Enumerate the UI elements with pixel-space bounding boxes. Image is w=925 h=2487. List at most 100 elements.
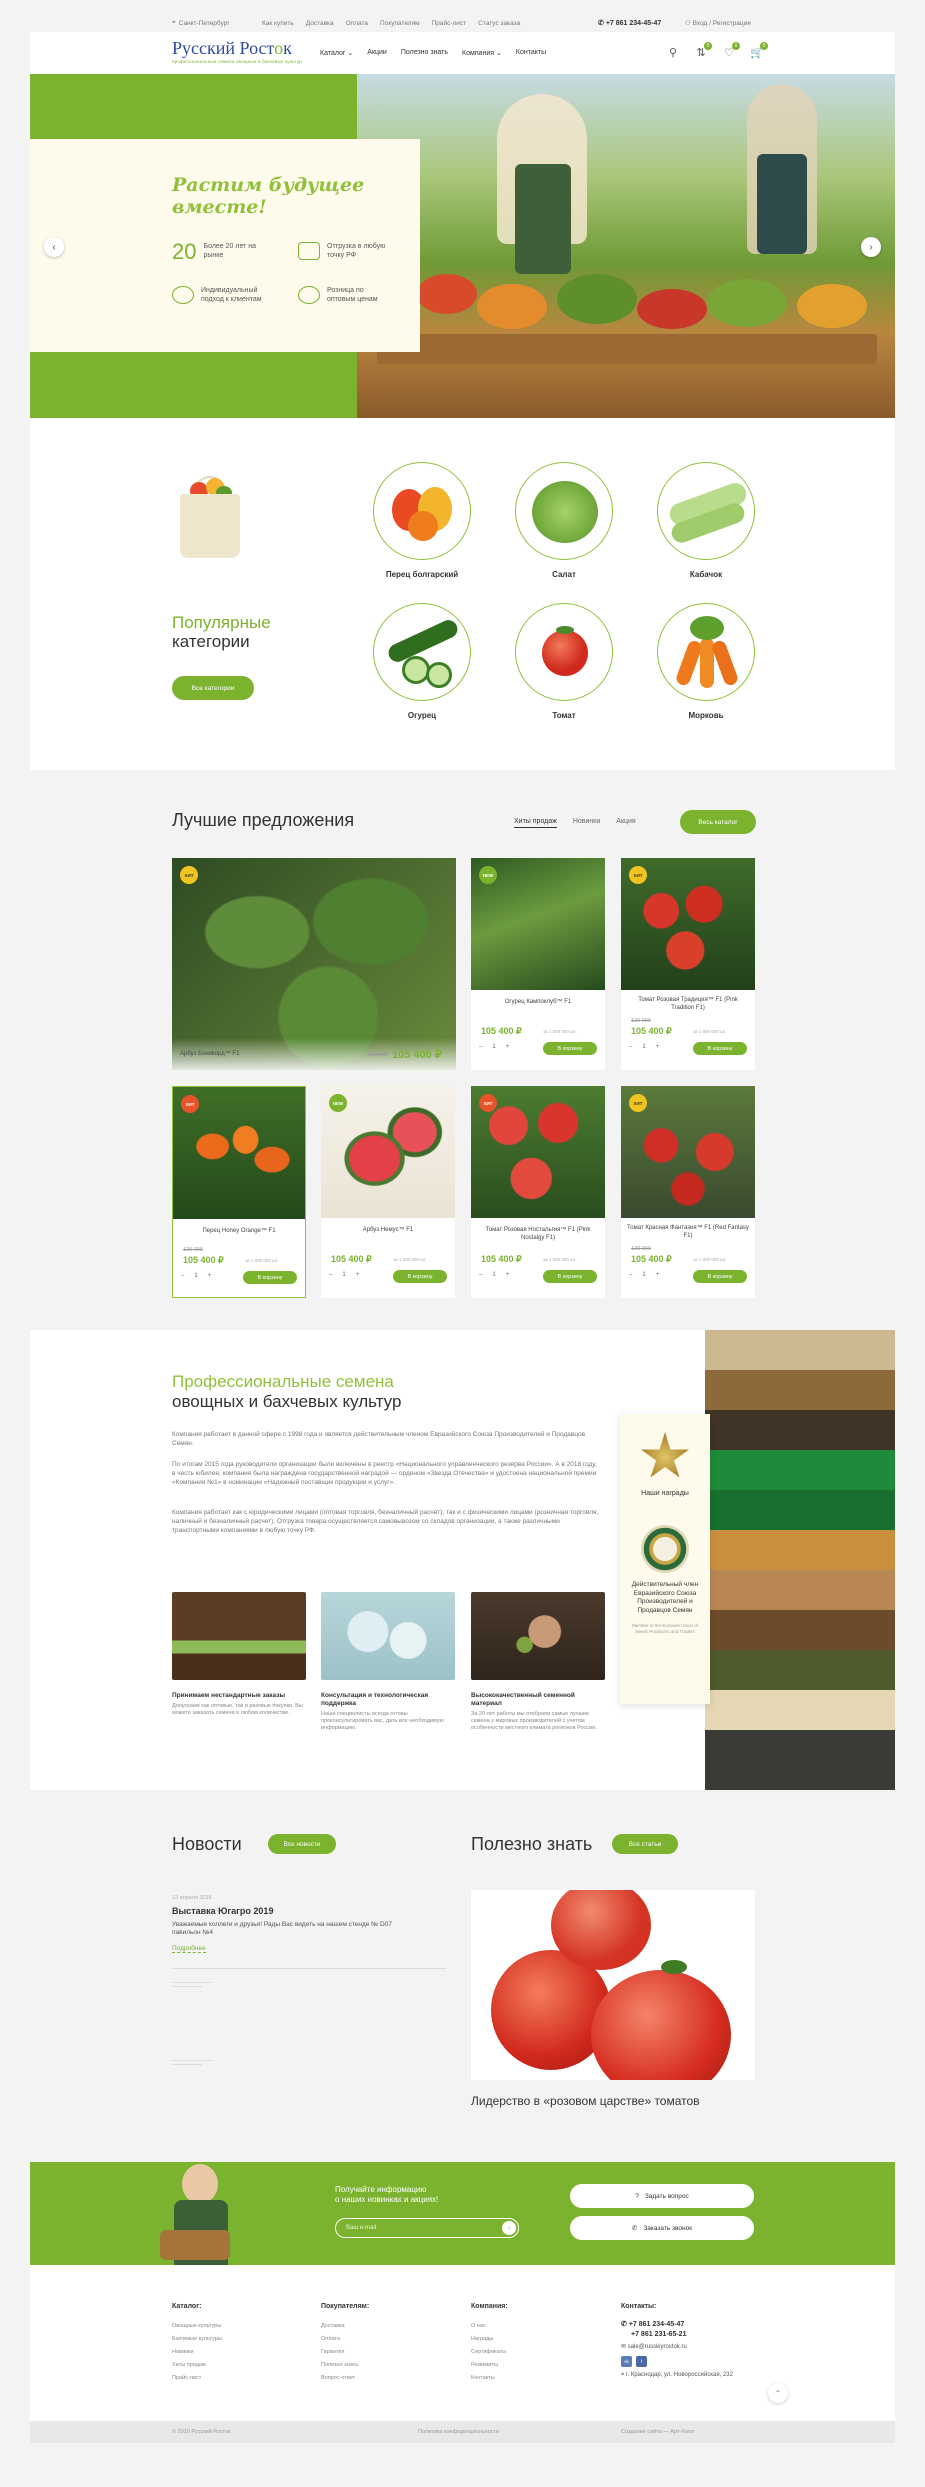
plus-icon[interactable]: + — [656, 1044, 660, 1050]
nav-catalog[interactable]: Каталог ⌄ — [320, 49, 353, 57]
footer-link[interactable]: Полезно знать — [321, 2359, 369, 2372]
toplink-how-to-buy[interactable]: Как купить — [262, 20, 294, 27]
add-to-cart-button[interactable]: В корзину — [243, 1271, 297, 1284]
all-news-button[interactable]: Все новости — [268, 1834, 336, 1854]
minus-icon[interactable]: – — [181, 1273, 184, 1279]
product-card[interactable]: NEW Огурец Кампоклуб™ F1 105 400 ₽ за 1 … — [471, 858, 605, 1070]
heart-icon[interactable]: ♡ 0 — [722, 42, 740, 59]
slider-prev-arrow[interactable]: ‹ — [44, 237, 64, 257]
developer-link[interactable]: Создание сайта — Арт-Холл — [621, 2429, 694, 2435]
search-icon[interactable]: ⚲ — [666, 45, 680, 59]
toplink-order-status[interactable]: Статус заказа — [478, 20, 520, 27]
footer-link[interactable]: Сертификаты — [471, 2346, 508, 2359]
logo[interactable]: Русский Росток профессиональные семена о… — [172, 38, 302, 64]
qty-stepper[interactable]: – 1 + — [181, 1273, 211, 1279]
tab-sale[interactable]: Акция — [616, 818, 635, 828]
toplink-price-list[interactable]: Прайс-лист — [432, 20, 467, 27]
plus-icon[interactable]: + — [506, 1272, 510, 1278]
footer-link[interactable]: Контакты — [471, 2372, 508, 2385]
news-item-title[interactable]: Выставка Югагро 2019 — [172, 1906, 273, 1916]
submit-arrow-icon[interactable]: › — [502, 2221, 516, 2235]
scroll-up-arrow-icon[interactable]: ⌃ — [768, 2383, 788, 2403]
footer-link[interactable]: Прайс-лист — [172, 2372, 222, 2385]
footer-link[interactable]: Оплата — [321, 2333, 369, 2346]
plus-icon[interactable]: + — [656, 1272, 660, 1278]
footer-email[interactable]: ✉ sale@russkiyrostok.ru — [621, 2340, 733, 2354]
footer-link[interactable]: О нас — [471, 2320, 508, 2333]
add-to-cart-button[interactable]: В корзину — [393, 1270, 447, 1283]
about-title: Профессиональные семена овощных и бахчевы… — [172, 1372, 401, 1412]
tab-new[interactable]: Новинки — [573, 818, 600, 828]
news-more-link[interactable]: Подробнее — [172, 1945, 206, 1953]
footer-link[interactable]: Новинки — [172, 2346, 222, 2359]
footer-link[interactable]: Награды — [471, 2333, 508, 2346]
product-card[interactable]: ХИТ Арбуз Боникорд™ F1 120 000 105 400 ₽ — [172, 858, 456, 1070]
category-cucumber[interactable]: Огурец — [373, 603, 471, 720]
add-to-cart-button[interactable]: В корзину — [693, 1270, 747, 1283]
minus-icon[interactable]: – — [479, 1272, 482, 1278]
toplink-payment[interactable]: Оплата — [346, 20, 368, 27]
all-categories-button[interactable]: Все категории — [172, 676, 254, 700]
seed-strip — [705, 1730, 895, 1790]
privacy-policy-link[interactable]: Политика конфиденциальности — [418, 2429, 499, 2435]
request-call-button[interactable]: ✆ Заказать звонок — [570, 2216, 754, 2240]
qty-stepper[interactable]: – 1 + — [629, 1272, 659, 1278]
category-carrot[interactable]: Морковь — [657, 603, 755, 720]
add-to-cart-button[interactable]: В корзину — [693, 1042, 747, 1055]
footer-link[interactable]: Доставка — [321, 2320, 369, 2333]
tab-hits[interactable]: Хиты продаж — [514, 818, 557, 828]
top-phone[interactable]: ✆ +7 861 234-45-47 — [598, 19, 661, 27]
nav-company[interactable]: Компания ⌄ — [462, 49, 502, 57]
toplink-delivery[interactable]: Доставка — [306, 20, 334, 27]
toplink-buyers[interactable]: Покупателям — [380, 20, 420, 27]
minus-icon[interactable]: – — [629, 1272, 632, 1278]
minus-icon[interactable]: – — [629, 1044, 632, 1050]
ask-question-button[interactable]: ? Задать вопрос — [570, 2184, 754, 2208]
product-card[interactable]: ХИТ Томат Красная Фантазия™ F1 (Red Fant… — [621, 1086, 755, 1298]
footer-link[interactable]: Гарантия — [321, 2346, 369, 2359]
product-card[interactable]: ХИТ Томат Розовая Традиция™ F1 (Pink Tra… — [621, 858, 755, 1070]
category-zucchini[interactable]: Кабачок — [657, 462, 755, 579]
nav-useful[interactable]: Полезно знать — [401, 49, 448, 57]
cart-icon[interactable]: 🛒 0 — [750, 42, 768, 59]
add-to-cart-button[interactable]: В корзину — [543, 1270, 597, 1283]
nav-sales[interactable]: Акции — [367, 49, 387, 57]
minus-icon[interactable]: – — [479, 1044, 482, 1050]
nav-contacts[interactable]: Контакты — [516, 49, 546, 57]
compare-icon[interactable]: ⇅ 0 — [694, 42, 712, 59]
footer-phone[interactable]: ✆ +7 861 234-45-47 — [621, 2320, 733, 2330]
footer-link[interactable]: Хиты продаж — [172, 2359, 222, 2372]
plus-icon[interactable]: + — [356, 1272, 360, 1278]
article-image[interactable] — [471, 1890, 755, 2080]
email-input[interactable]: Ваш e-mail › — [335, 2218, 519, 2238]
vk-icon[interactable]: vk — [621, 2356, 632, 2367]
qty-stepper[interactable]: – 1 + — [479, 1044, 509, 1050]
slider-next-arrow[interactable]: › — [861, 237, 881, 257]
awards-title: Наши награды — [641, 1490, 689, 1497]
footer-link[interactable]: Бахчевые культуры — [172, 2333, 222, 2346]
full-catalog-button[interactable]: Весь каталог — [680, 810, 756, 834]
qty-stepper[interactable]: – 1 + — [329, 1272, 359, 1278]
qty-stepper[interactable]: – 1 + — [479, 1272, 509, 1278]
footer-link[interactable]: Реквизиты — [471, 2359, 508, 2372]
add-to-cart-button[interactable]: В корзину — [543, 1042, 597, 1055]
product-card[interactable]: ХИТ Перец Honey Orange™ F1 120 000 105 4… — [172, 1086, 306, 1298]
plus-icon[interactable]: + — [506, 1044, 510, 1050]
register-link[interactable]: Регистрация — [713, 20, 751, 27]
category-salad[interactable]: Салат — [515, 462, 613, 579]
facebook-icon[interactable]: f — [636, 2356, 647, 2367]
minus-icon[interactable]: – — [329, 1272, 332, 1278]
footer-link[interactable]: Вопрос-ответ — [321, 2372, 369, 2385]
category-tomato[interactable]: Томат — [515, 603, 613, 720]
footer-link[interactable]: Овощные культуры — [172, 2320, 222, 2333]
login-link[interactable]: Вход — [693, 20, 708, 27]
product-card[interactable]: NEW Арбуз Немус™ F1 105 400 ₽ за 1 000 0… — [321, 1086, 455, 1298]
all-articles-button[interactable]: Все статьи — [612, 1834, 678, 1854]
product-card[interactable]: ХИТ Томат Розовая Ностальгия™ F1 (Pink N… — [471, 1086, 605, 1298]
qty-stepper[interactable]: – 1 + — [629, 1044, 659, 1050]
category-pepper[interactable]: Перец болгарский — [373, 462, 471, 579]
article-title[interactable]: Лидерство в «розовом царстве» томатов — [471, 2094, 700, 2108]
city-selector[interactable]: ⌖ Санкт-Петербург — [172, 19, 230, 27]
plus-icon[interactable]: + — [208, 1273, 212, 1279]
footer-phone-2[interactable]: +7 861 231-65-21 — [621, 2330, 733, 2340]
